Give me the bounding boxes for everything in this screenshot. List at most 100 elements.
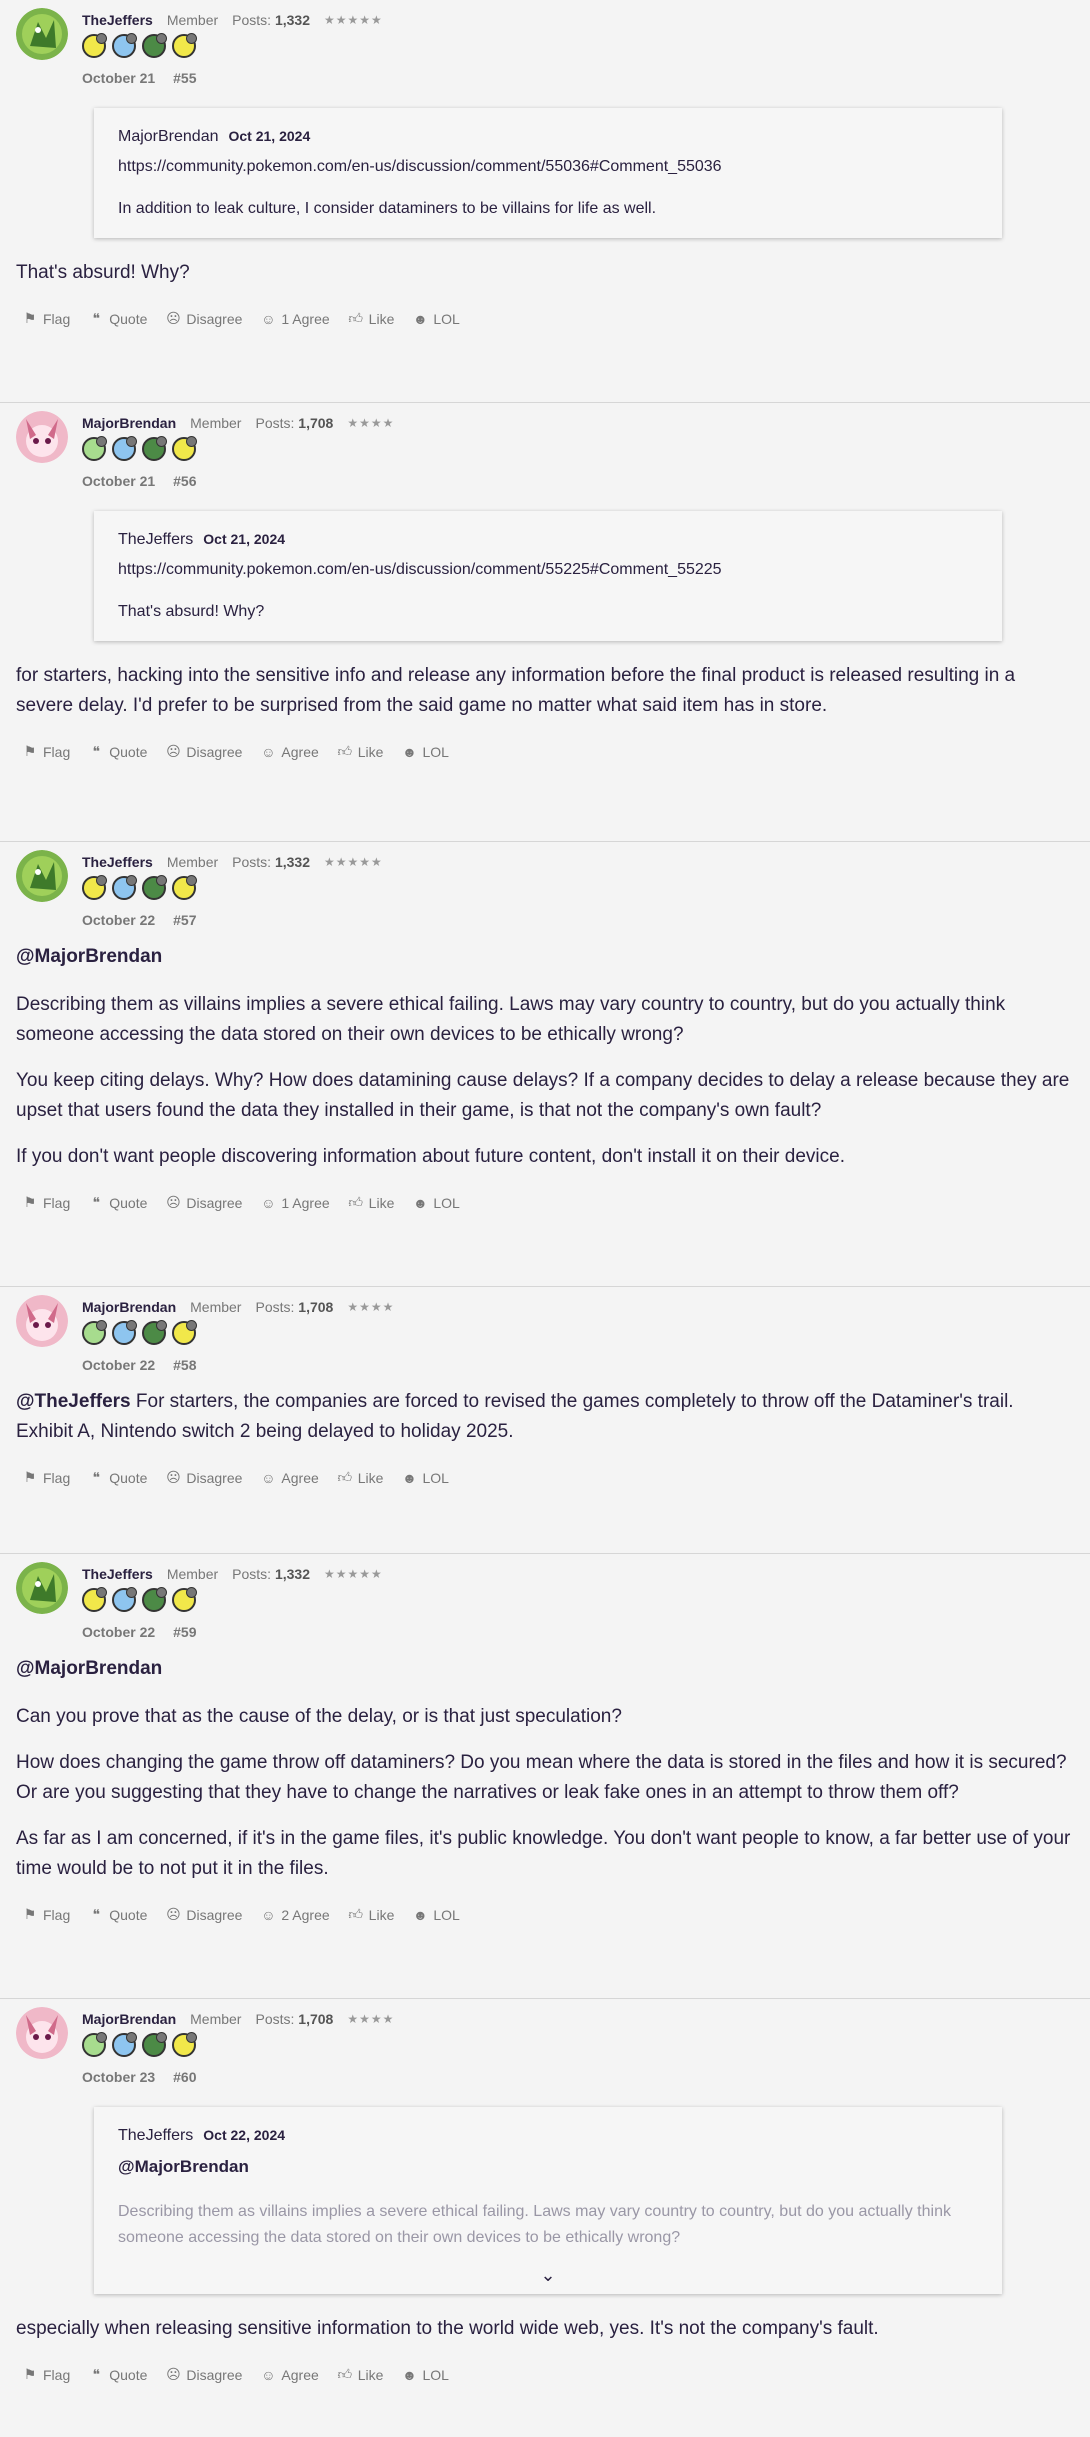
like-button[interactable]: 👍︎ Like <box>348 310 394 327</box>
author-name[interactable]: MajorBrendan <box>82 1299 176 1315</box>
like-button[interactable]: 👍︎ Like <box>337 743 383 760</box>
post-number[interactable]: #59 <box>173 1624 196 1640</box>
smiley-badge-icon[interactable] <box>82 1587 107 1612</box>
laugh-icon: ☻ <box>412 1906 428 1923</box>
smiley-badge-icon[interactable] <box>172 436 197 461</box>
post-date[interactable]: October 22 <box>82 912 155 928</box>
smiley-badge-icon[interactable] <box>82 875 107 900</box>
flag-button[interactable]: ⚑ Flag <box>22 743 71 760</box>
quote-button[interactable]: ❝ Quote <box>88 1469 147 1486</box>
flag-button[interactable]: ⚑ Flag <box>22 2366 71 2383</box>
author-name[interactable]: TheJeffers <box>82 1566 153 1582</box>
bomb-badge-icon[interactable] <box>112 436 137 461</box>
disagree-button[interactable]: ☹ Disagree <box>165 310 242 327</box>
like-button[interactable]: 👍︎ Like <box>337 1469 383 1486</box>
smile-icon: ☺ <box>261 1469 276 1486</box>
smiley-badge-icon[interactable] <box>172 1320 197 1345</box>
quote-author[interactable]: TheJeffers <box>118 531 193 549</box>
bomb-badge-icon[interactable] <box>142 1587 167 1612</box>
lol-button[interactable]: ☻ LOL <box>401 1469 449 1486</box>
post-date[interactable]: October 21 <box>82 70 155 86</box>
like-button[interactable]: 👍︎ Like <box>337 2366 383 2383</box>
post-date[interactable]: October 22 <box>82 1624 155 1640</box>
lol-button[interactable]: ☻ LOL <box>412 1194 460 1211</box>
agree-button[interactable]: ☺ 1 Agree <box>260 310 329 327</box>
flag-button[interactable]: ⚑ Flag <box>22 1469 71 1486</box>
wink-badge-icon[interactable] <box>172 875 197 900</box>
lol-button[interactable]: ☻ LOL <box>401 743 449 760</box>
quote-date[interactable]: Oct 21, 2024 <box>203 531 285 547</box>
agree-button[interactable]: ☺ Agree <box>260 1469 319 1486</box>
quote-button[interactable]: ❝ Quote <box>88 310 147 327</box>
check-badge-icon[interactable] <box>82 436 107 461</box>
bomb-badge-icon[interactable] <box>142 875 167 900</box>
quote-date[interactable]: Oct 22, 2024 <box>203 2127 285 2143</box>
quote-button[interactable]: ❝ Quote <box>88 743 147 760</box>
disagree-button[interactable]: ☹ Disagree <box>165 1469 242 1486</box>
disagree-button[interactable]: ☹ Disagree <box>165 743 242 760</box>
post-date[interactable]: October 22 <box>82 1357 155 1373</box>
author-name[interactable]: TheJeffers <box>82 854 153 870</box>
avatar[interactable] <box>16 8 68 60</box>
author-name[interactable]: TheJeffers <box>82 12 153 28</box>
like-button[interactable]: 👍︎ Like <box>348 1906 394 1923</box>
post-date[interactable]: October 23 <box>82 2069 155 2085</box>
quote-mention[interactable]: @MajorBrendan <box>118 2157 978 2177</box>
bomb-badge-icon[interactable] <box>142 33 167 58</box>
lol-button[interactable]: ☻ LOL <box>412 1906 460 1923</box>
author-name[interactable]: MajorBrendan <box>82 415 176 431</box>
agree-button[interactable]: ☺ 2 Agree <box>260 1906 329 1923</box>
post-date[interactable]: October 21 <box>82 473 155 489</box>
post-number[interactable]: #57 <box>173 912 196 928</box>
bomb-badge-icon[interactable] <box>142 436 167 461</box>
smiley-badge-icon[interactable] <box>82 33 107 58</box>
wink-badge-icon[interactable] <box>172 33 197 58</box>
smiley-badge-icon[interactable] <box>172 2032 197 2057</box>
flag-button[interactable]: ⚑ Flag <box>22 1906 71 1923</box>
disagree-button[interactable]: ☹ Disagree <box>165 2366 242 2383</box>
flag-button[interactable]: ⚑ Flag <box>22 310 71 327</box>
quote-button[interactable]: ❝ Quote <box>88 1906 147 1923</box>
user-mention[interactable]: @MajorBrendan <box>16 1654 1074 1684</box>
bomb-badge-icon[interactable] <box>112 1320 137 1345</box>
author-name[interactable]: MajorBrendan <box>82 2011 176 2027</box>
agree-button[interactable]: ☺ Agree <box>260 2366 319 2383</box>
quote-button[interactable]: ❝ Quote <box>88 2366 147 2383</box>
user-mention[interactable]: @MajorBrendan <box>16 942 1074 972</box>
agree-button[interactable]: ☺ 1 Agree <box>260 1194 329 1211</box>
check-badge-icon[interactable] <box>82 2032 107 2057</box>
bomb-badge-icon[interactable] <box>112 875 137 900</box>
disagree-button[interactable]: ☹ Disagree <box>165 1194 242 1211</box>
check-badge-icon[interactable] <box>82 1320 107 1345</box>
disagree-button[interactable]: ☹ Disagree <box>165 1906 242 1923</box>
avatar[interactable] <box>16 2007 68 2059</box>
quote-label: Quote <box>109 1469 148 1486</box>
lol-button[interactable]: ☻ LOL <box>412 310 460 327</box>
like-button[interactable]: 👍︎ Like <box>348 1194 394 1211</box>
wink-badge-icon[interactable] <box>172 1587 197 1612</box>
bomb-badge-icon[interactable] <box>112 2032 137 2057</box>
lol-button[interactable]: ☻ LOL <box>401 2366 449 2383</box>
quote-author[interactable]: MajorBrendan <box>118 128 219 146</box>
expand-quote-button[interactable]: ⌄ <box>118 2265 978 2286</box>
post-number[interactable]: #60 <box>173 2069 196 2085</box>
bomb-badge-icon[interactable] <box>112 33 137 58</box>
avatar[interactable] <box>16 411 68 463</box>
avatar[interactable] <box>16 1295 68 1347</box>
bomb-badge-icon[interactable] <box>142 2032 167 2057</box>
post-number[interactable]: #55 <box>173 70 196 86</box>
avatar[interactable] <box>16 1562 68 1614</box>
quote-date[interactable]: Oct 21, 2024 <box>229 128 311 144</box>
avatar[interactable] <box>16 850 68 902</box>
quote-button[interactable]: ❝ Quote <box>88 1194 147 1211</box>
user-mention[interactable]: @TheJeffers <box>16 1391 131 1412</box>
quote-link[interactable]: https://community.pokemon.com/en-us/disc… <box>118 561 978 579</box>
quote-link[interactable]: https://community.pokemon.com/en-us/disc… <box>118 158 978 176</box>
flag-button[interactable]: ⚑ Flag <box>22 1194 71 1211</box>
quote-author[interactable]: TheJeffers <box>118 2127 193 2145</box>
bomb-badge-icon[interactable] <box>112 1587 137 1612</box>
agree-button[interactable]: ☺ Agree <box>260 743 319 760</box>
post-number[interactable]: #56 <box>173 473 196 489</box>
bomb-badge-icon[interactable] <box>142 1320 167 1345</box>
post-number[interactable]: #58 <box>173 1357 196 1373</box>
